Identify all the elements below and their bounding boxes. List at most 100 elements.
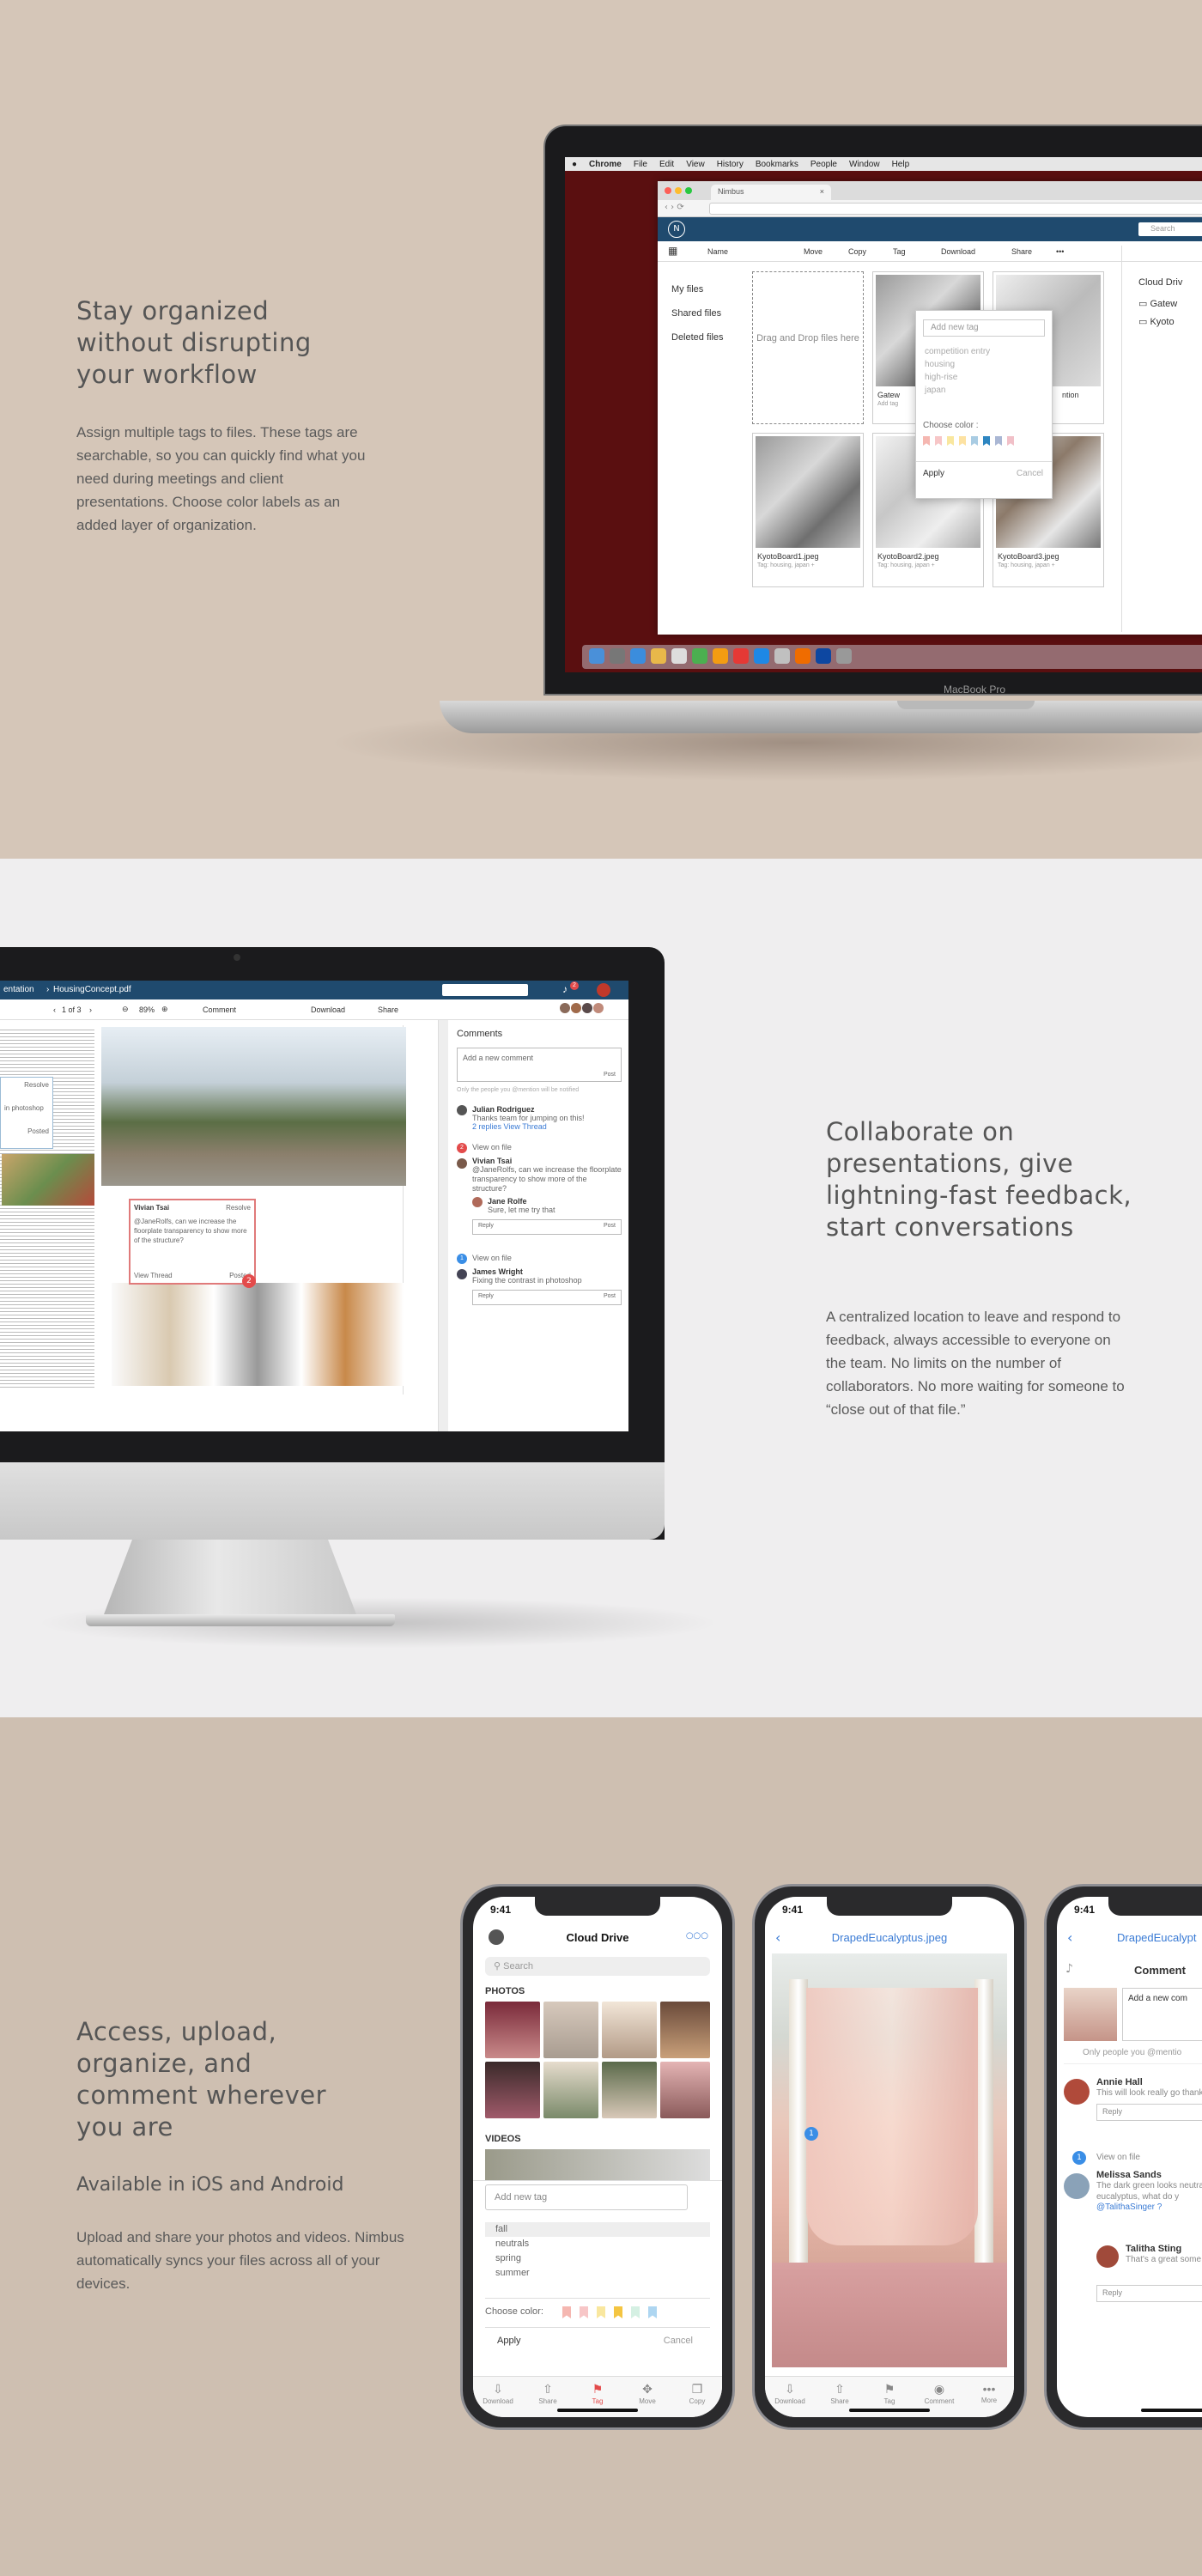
- tag-option[interactable]: spring: [485, 2251, 710, 2266]
- drop-zone[interactable]: Drag and Drop files here: [752, 271, 864, 424]
- photo-thumbnail[interactable]: [602, 2002, 657, 2058]
- color-swatch-flag[interactable]: [562, 2306, 571, 2318]
- download-button[interactable]: Download: [941, 247, 975, 256]
- avatar[interactable]: [597, 983, 610, 997]
- nimbus-logo[interactable]: N: [668, 221, 685, 238]
- tag-option[interactable]: neutrals: [485, 2237, 710, 2251]
- appstore-icon[interactable]: [754, 648, 769, 664]
- menu-item[interactable]: View: [686, 160, 705, 169]
- new-tag-input[interactable]: Add new tag: [485, 2184, 688, 2210]
- tag-option[interactable]: fall: [485, 2222, 710, 2237]
- comment-button[interactable]: Comment: [203, 1005, 236, 1014]
- maximize-window-icon[interactable]: [685, 187, 692, 194]
- notes-icon[interactable]: [651, 648, 666, 664]
- apply-button[interactable]: Apply: [497, 2336, 521, 2346]
- more-tab[interactable]: ••• More: [968, 2382, 1011, 2417]
- copy-button[interactable]: Copy: [848, 247, 866, 256]
- bell-icon[interactable]: ♪: [562, 983, 568, 995]
- menu-item[interactable]: File: [634, 160, 647, 169]
- comment-pin[interactable]: 2: [242, 1274, 256, 1288]
- comment-pin[interactable]: 1: [804, 2127, 818, 2141]
- new-comment-input[interactable]: Add a new com: [1122, 1988, 1202, 2041]
- color-swatch-flag[interactable]: [631, 2306, 640, 2318]
- tag-button[interactable]: Tag: [893, 247, 906, 256]
- search-input[interactable]: Search: [1138, 222, 1202, 236]
- menu-item[interactable]: Edit: [659, 160, 674, 169]
- post-button[interactable]: Post: [604, 1072, 616, 1078]
- back-forward-icon[interactable]: ‹ › ⟳: [665, 203, 684, 212]
- url-bar[interactable]: [709, 203, 1202, 215]
- new-tag-input[interactable]: Add new tag: [923, 319, 1045, 337]
- reply-input[interactable]: Reply Post: [472, 1219, 622, 1235]
- photo-thumbnail[interactable]: [543, 2002, 598, 2058]
- view-on-file-link[interactable]: View on file: [1096, 2153, 1140, 2162]
- photos-icon[interactable]: [713, 648, 728, 664]
- move-button[interactable]: Move: [804, 247, 823, 256]
- new-comment-input[interactable]: Add a new comment Post: [457, 1048, 622, 1082]
- color-swatch-flag[interactable]: [580, 2306, 588, 2318]
- tag-option[interactable]: housing: [925, 358, 990, 371]
- apply-button[interactable]: Apply: [923, 469, 944, 478]
- menu-item[interactable]: Bookmarks: [756, 160, 798, 169]
- avatar[interactable]: [582, 1003, 592, 1013]
- color-swatch-flag[interactable]: [923, 436, 930, 446]
- more-options-icon[interactable]: ○○○: [686, 1931, 708, 1941]
- bell-icon[interactable]: ♪: [1065, 1962, 1073, 1976]
- photo-thumbnail[interactable]: [602, 2062, 657, 2118]
- color-swatch-flag[interactable]: [597, 2306, 605, 2318]
- avatar[interactable]: [560, 1003, 570, 1013]
- post-button[interactable]: Post: [604, 1293, 616, 1299]
- sidebar-item-deleted-files[interactable]: Deleted files: [671, 325, 724, 349]
- resolve-link[interactable]: Resolve: [226, 1204, 251, 1212]
- download-tab[interactable]: ⇩ Download: [477, 2382, 519, 2417]
- apple-icon[interactable]: ●: [572, 160, 577, 169]
- replies-link[interactable]: 2 replies View Thread: [472, 1122, 622, 1131]
- view-thread-link[interactable]: View Thread: [134, 1272, 173, 1279]
- grid-view-icon[interactable]: ▦: [668, 245, 677, 257]
- menu-item[interactable]: Window: [849, 160, 880, 169]
- tag-option[interactable]: competition entry: [925, 345, 990, 358]
- sidebar-item-shared-files[interactable]: Shared files: [671, 301, 724, 325]
- reply-input[interactable]: Reply: [1096, 2104, 1202, 2121]
- color-swatch-flag[interactable]: [983, 436, 990, 446]
- settings-icon[interactable]: [774, 648, 790, 664]
- color-swatch-flag[interactable]: [995, 436, 1002, 446]
- post-button[interactable]: Post: [604, 1223, 616, 1229]
- color-swatch-flag[interactable]: [614, 2306, 622, 2318]
- illustrator-icon[interactable]: [795, 648, 810, 664]
- photo-thumbnail[interactable]: [485, 2062, 540, 2118]
- zoom-in-icon[interactable]: ⊕: [161, 1005, 168, 1014]
- tag-option[interactable]: high-rise: [925, 371, 990, 384]
- breadcrumb-item[interactable]: entation: [3, 985, 34, 994]
- photo-thumbnail[interactable]: [660, 2062, 710, 2118]
- copy-tab[interactable]: ❐ Copy: [676, 2382, 719, 2417]
- browser-tab[interactable]: Nimbus ×: [711, 185, 831, 200]
- view-on-file-link[interactable]: View on file: [472, 1254, 622, 1262]
- calendar-icon[interactable]: [671, 648, 687, 664]
- close-tab-icon[interactable]: ×: [820, 187, 824, 196]
- menu-item[interactable]: Help: [892, 160, 910, 169]
- trash-icon[interactable]: [836, 648, 852, 664]
- back-icon[interactable]: ‹: [1067, 1929, 1072, 1946]
- search-input[interactable]: [442, 984, 528, 996]
- avatar[interactable]: [571, 1003, 581, 1013]
- file-thumbnail[interactable]: KyotoBoard1.jpeg Tag: housing, japan +: [752, 433, 864, 587]
- color-swatch-flag[interactable]: [1007, 436, 1014, 446]
- view-on-file-link[interactable]: View on file: [472, 1143, 622, 1151]
- side-comment-card[interactable]: Resolve in photoshop Posted: [0, 1077, 53, 1149]
- photo-thumbnail[interactable]: [485, 2002, 540, 2058]
- share-button[interactable]: Share: [1011, 247, 1032, 256]
- resolve-link[interactable]: Resolve: [4, 1081, 49, 1089]
- menu-item[interactable]: History: [717, 160, 744, 169]
- folder-item[interactable]: ▭ Kyoto: [1138, 316, 1182, 327]
- color-swatch-flag[interactable]: [971, 436, 978, 446]
- minimize-window-icon[interactable]: [675, 187, 682, 194]
- next-page-icon[interactable]: ›: [89, 1005, 92, 1014]
- panel-toggle[interactable]: [438, 1020, 448, 1431]
- search-input[interactable]: ⚲ Search: [485, 1957, 710, 1976]
- photoshop-icon[interactable]: [816, 648, 831, 664]
- safari-icon[interactable]: [630, 648, 646, 664]
- video-thumbnail[interactable]: [485, 2149, 710, 2180]
- reply-input[interactable]: Reply: [1096, 2285, 1202, 2302]
- reply-input[interactable]: Reply Post: [472, 1290, 622, 1305]
